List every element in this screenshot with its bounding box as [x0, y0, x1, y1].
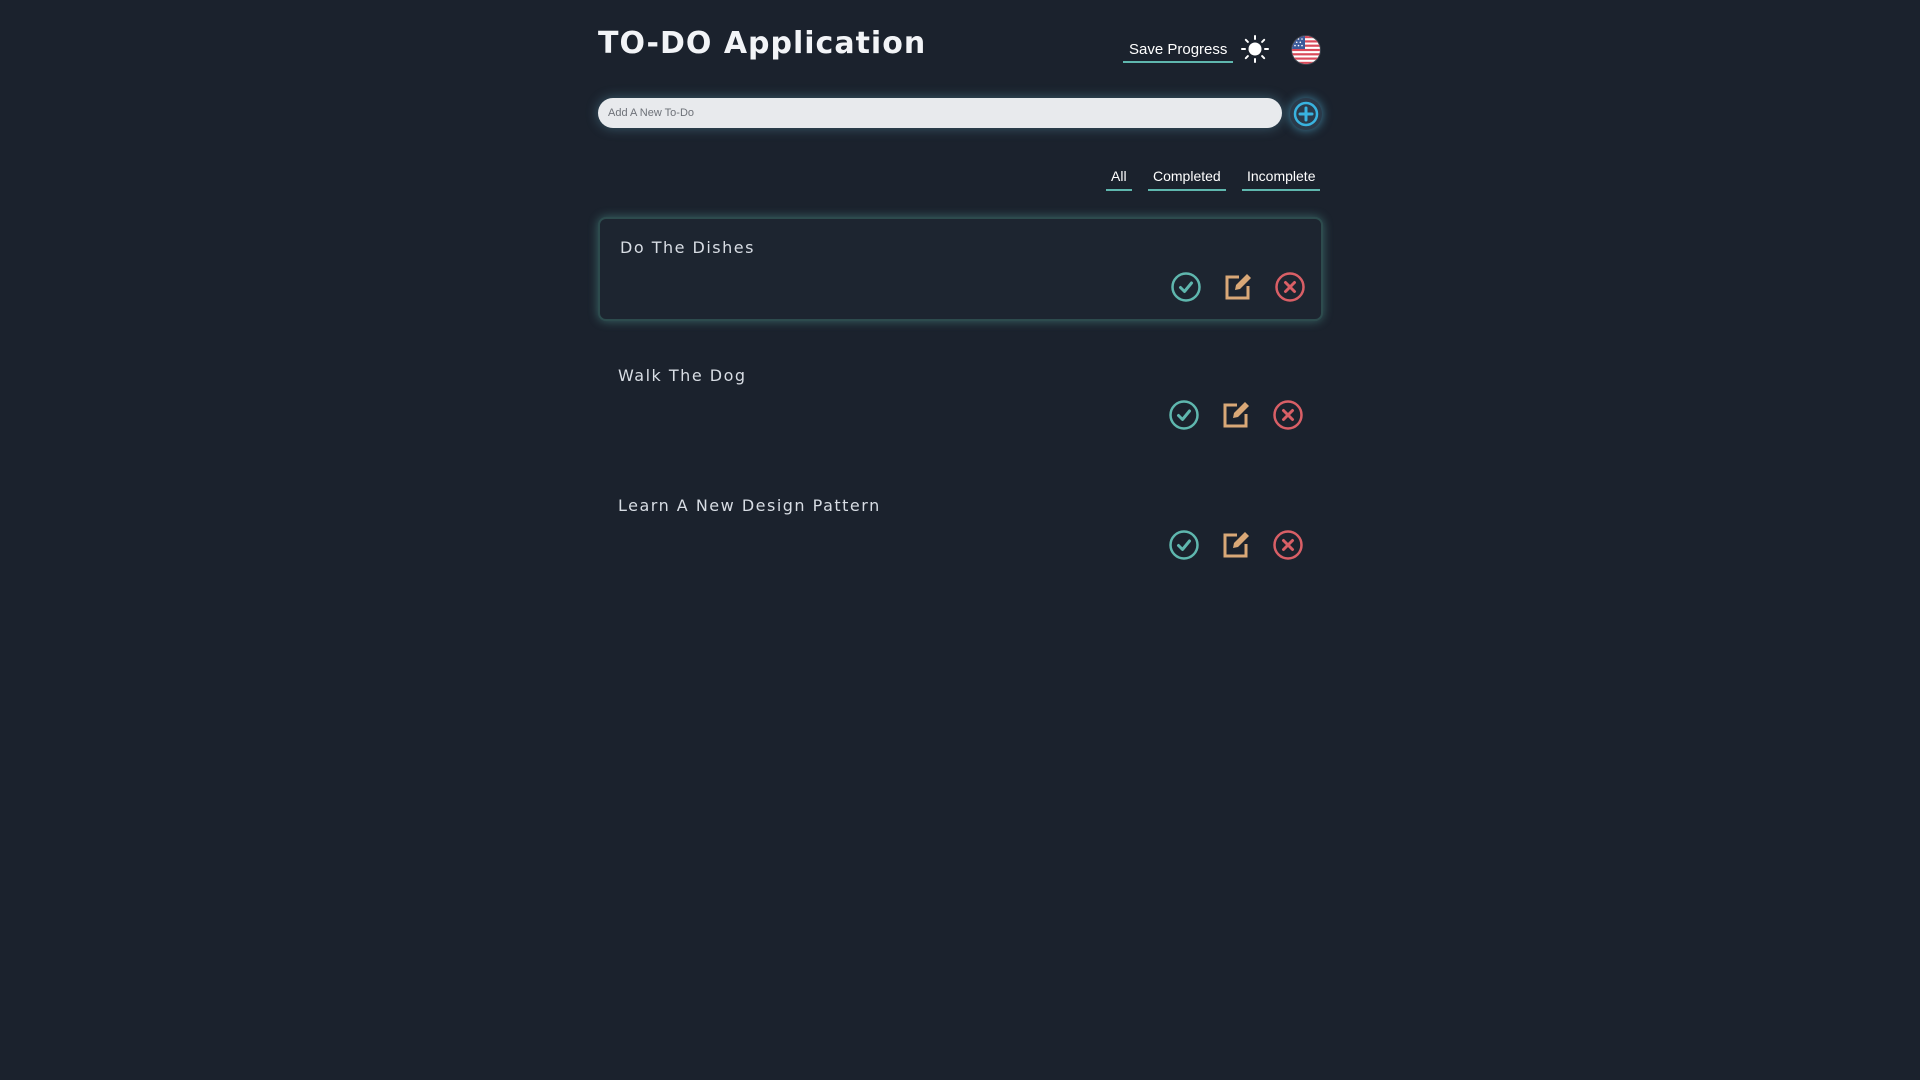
page-title: TO-DO Application [598, 26, 927, 61]
add-todo-row [598, 95, 1323, 155]
todo-actions [1170, 271, 1306, 303]
edit-button[interactable] [1220, 399, 1252, 431]
delete-button[interactable] [1274, 271, 1306, 303]
check-circle-icon [1169, 530, 1199, 560]
close-circle-icon [1275, 272, 1305, 302]
todo-actions [1168, 399, 1304, 431]
filter-all[interactable]: All [1106, 165, 1132, 191]
theme-toggle-button[interactable] [1240, 34, 1270, 64]
add-todo-button[interactable] [1290, 98, 1322, 130]
edit-icon [1223, 532, 1249, 558]
delete-button[interactable] [1272, 399, 1304, 431]
todo-item: Walk The Dog [598, 347, 1323, 451]
save-progress-button[interactable]: Save Progress [1123, 37, 1234, 63]
new-todo-input[interactable] [598, 98, 1282, 128]
edit-button[interactable] [1220, 529, 1252, 561]
complete-button[interactable] [1168, 529, 1200, 561]
todo-item: Do The Dishes [598, 217, 1323, 321]
todo-text: Learn A New Design Pattern [618, 496, 881, 515]
filter-completed[interactable]: Completed [1148, 165, 1226, 191]
filter-incomplete[interactable]: Incomplete [1242, 165, 1321, 191]
todo-text: Do The Dishes [620, 238, 755, 257]
plus-icon [1293, 101, 1319, 127]
complete-button[interactable] [1168, 399, 1200, 431]
check-circle-icon [1171, 272, 1201, 302]
close-circle-icon [1273, 530, 1303, 560]
todo-app: TO-DO Application Save Progress Add A Ne… [598, 0, 1323, 607]
filter-tabs: All Completed Incomplete [598, 155, 1323, 217]
check-circle-icon [1169, 400, 1199, 430]
complete-button[interactable] [1170, 271, 1202, 303]
edit-icon [1223, 402, 1249, 428]
todo-text: Walk The Dog [618, 366, 747, 385]
edit-button[interactable] [1222, 271, 1254, 303]
delete-button[interactable] [1272, 529, 1304, 561]
todo-actions [1168, 529, 1304, 561]
language-button[interactable] [1292, 36, 1320, 64]
sun-icon [1241, 35, 1269, 63]
todo-list: Do The Dishes Walk The Dog Learn A New D… [598, 217, 1323, 581]
close-circle-icon [1273, 400, 1303, 430]
edit-icon [1225, 274, 1251, 300]
todo-item: Learn A New Design Pattern [598, 477, 1323, 581]
us-flag-icon [1292, 36, 1320, 64]
header: TO-DO Application Save Progress [598, 0, 1323, 95]
